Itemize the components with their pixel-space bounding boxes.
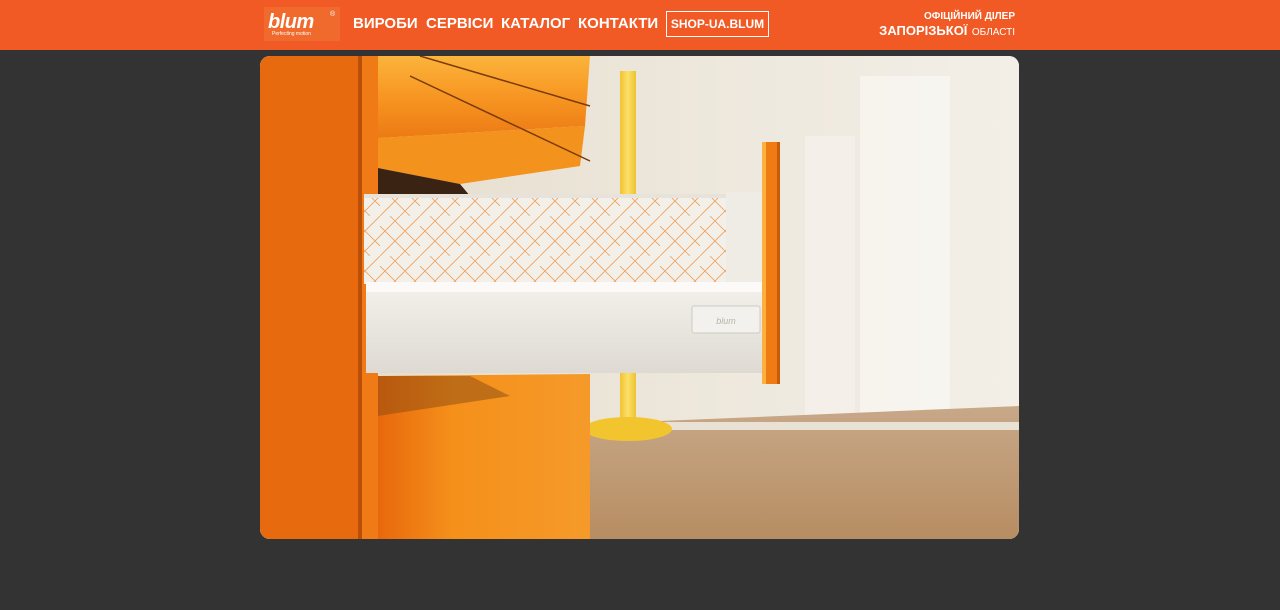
nav-item-catalog[interactable]: КАТАЛОГ <box>501 14 570 34</box>
shop-button[interactable]: SHOP-UA.BLUM <box>666 11 769 37</box>
dealer-suffix: ОБЛАСТІ <box>971 27 1015 38</box>
logo-registered: ® <box>330 11 336 18</box>
dealer-line2: ЗАПОРІЗЬКОЇ ОБЛАСТІ <box>879 23 1015 41</box>
top-bar: blum ® Perfecting motion ВИРОБИ СЕРВІСИ … <box>0 0 1280 50</box>
nav-item-contacts[interactable]: КОНТАКТИ <box>578 14 658 34</box>
blum-logo[interactable]: blum ® Perfecting motion <box>264 7 340 41</box>
drawer-brand-label: blum <box>716 316 736 326</box>
dealer-label: ОФІЦІЙНИЙ ДІЛЕР ЗАПОРІЗЬКОЇ ОБЛАСТІ <box>879 11 1015 41</box>
dealer-line1: ОФІЦІЙНИЙ ДІЛЕР <box>924 11 1015 22</box>
dealer-region: ЗАПОРІЗЬКОЇ <box>879 23 968 38</box>
nav-item-products[interactable]: ВИРОБИ <box>353 14 418 34</box>
nav-item-services[interactable]: СЕРВІСИ <box>426 14 493 34</box>
hero-image: blum <box>260 56 1019 539</box>
hero-banner: blum <box>260 56 1019 539</box>
logo-tagline: Perfecting motion <box>272 31 311 37</box>
